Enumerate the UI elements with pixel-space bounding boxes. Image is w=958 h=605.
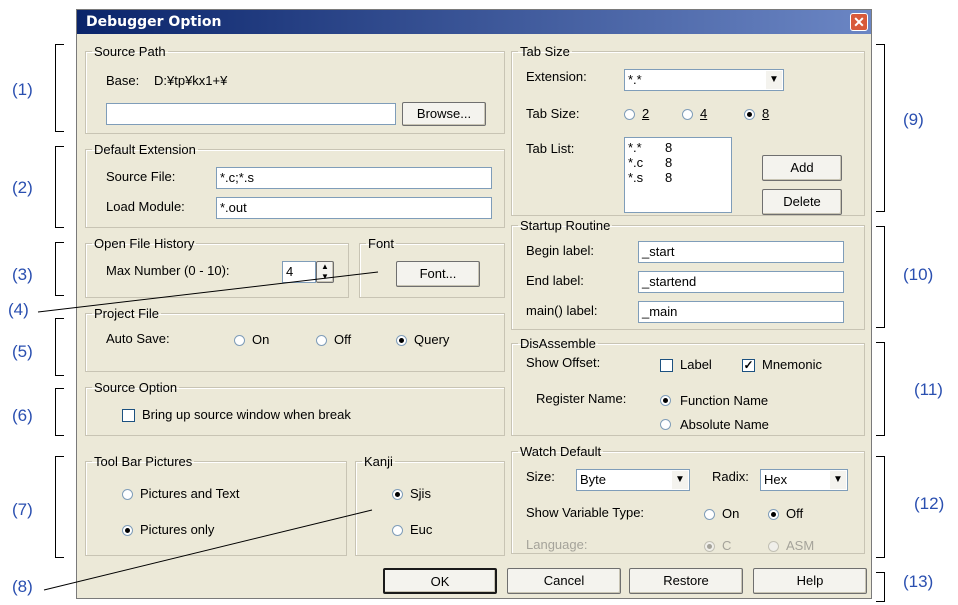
leader-line-8 [43,509,373,591]
leader-line-4 [37,271,379,313]
callout-leader-lines [37,271,379,591]
